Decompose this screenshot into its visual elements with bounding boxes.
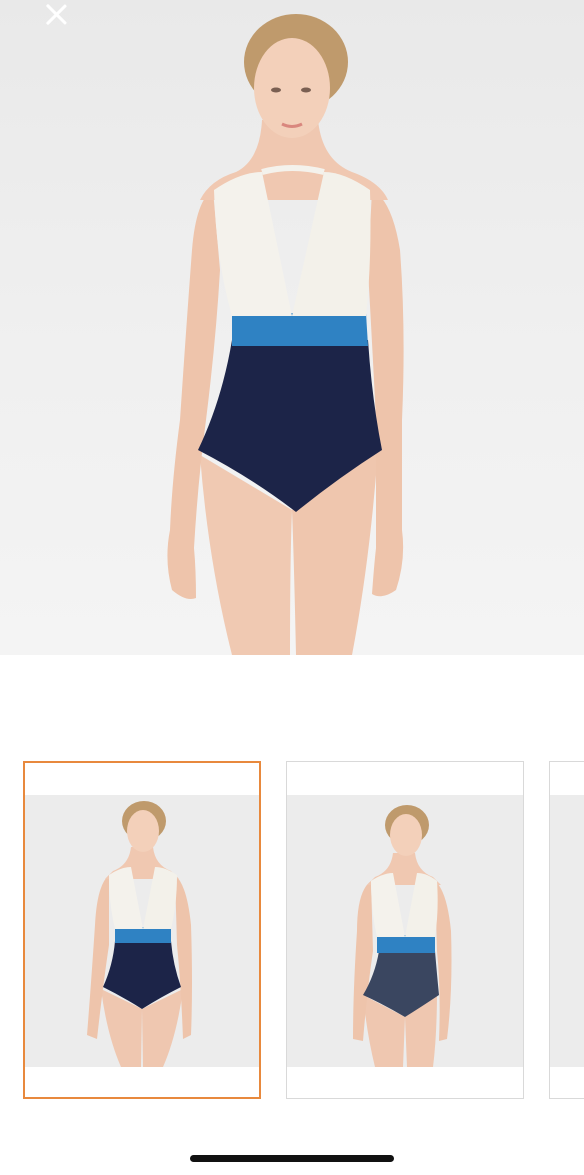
thumbnail-2-image — [287, 795, 523, 1067]
close-icon[interactable] — [36, 0, 76, 32]
thumbnail-2[interactable] — [286, 761, 524, 1099]
thumbnail-1[interactable] — [23, 761, 261, 1099]
thumbnail-3[interactable] — [549, 761, 584, 1099]
model-figure — [167, 14, 404, 655]
home-indicator — [190, 1155, 394, 1162]
thumbnail-3-image — [550, 795, 584, 1067]
thumbnail-gallery — [0, 760, 584, 1102]
thumbnail-1-image — [25, 795, 259, 1067]
product-main-image[interactable] — [0, 0, 584, 655]
